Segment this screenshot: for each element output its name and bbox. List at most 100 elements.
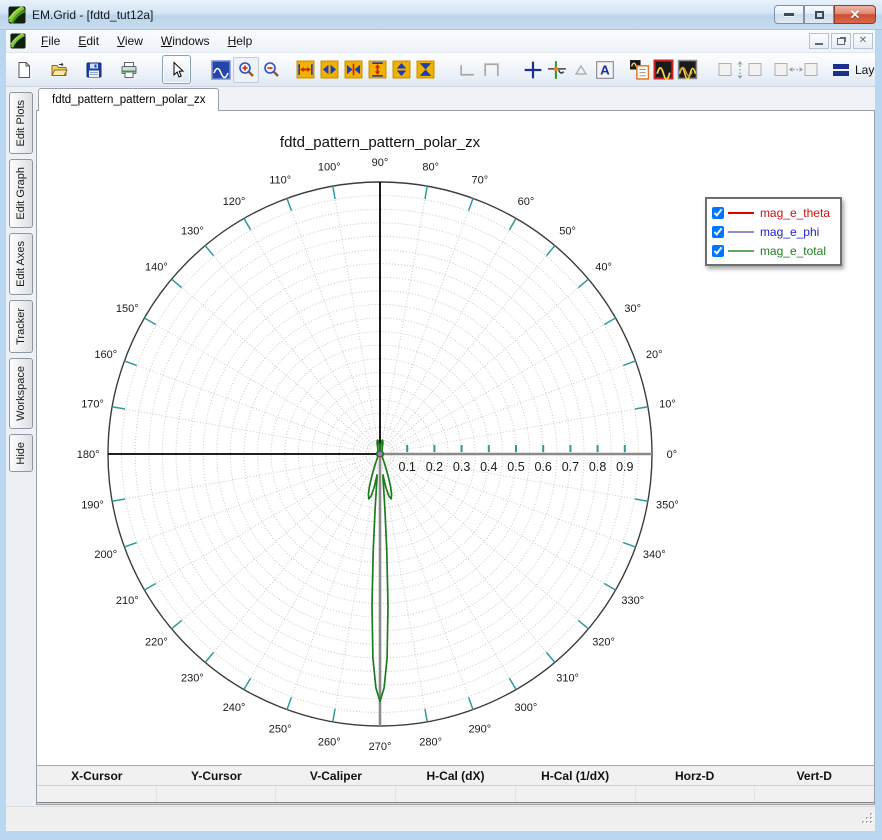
sidebar-tab-edit-plots[interactable]: Edit Plots — [9, 92, 33, 154]
minimize-button[interactable] — [774, 5, 804, 24]
svg-text:0.9: 0.9 — [616, 460, 633, 474]
svg-text:210°: 210° — [116, 595, 139, 607]
value-y-cursor — [156, 786, 276, 802]
mdi-restore-button[interactable] — [831, 33, 851, 49]
menu-help[interactable]: Help — [219, 32, 262, 50]
cursor-readout-header: X-Cursor Y-Cursor V-Caliper H-Cal (dX) H… — [37, 765, 874, 786]
maximize-icon — [815, 11, 824, 19]
vertical-fit-button-disabled — [717, 58, 763, 82]
svg-text:280°: 280° — [419, 736, 442, 748]
value-v-caliper — [275, 786, 395, 802]
zoom-region-button[interactable] — [209, 58, 233, 82]
limit-y-button[interactable] — [413, 58, 437, 82]
svg-text:0.2: 0.2 — [426, 460, 443, 474]
column-horz-d: Horz-D — [635, 769, 755, 783]
zoom-region-icon — [211, 60, 231, 80]
legend-checkbox-mag-e-total[interactable] — [712, 245, 724, 257]
print-button[interactable] — [117, 58, 141, 82]
column-x-cursor: X-Cursor — [37, 769, 157, 783]
shrink-y-button[interactable] — [389, 58, 413, 82]
menu-edit[interactable]: Edit — [69, 32, 108, 50]
open-file-button[interactable] — [47, 58, 71, 82]
svg-text:110°: 110° — [269, 175, 291, 187]
svg-text:0.1: 0.1 — [399, 460, 416, 474]
maximize-button[interactable] — [804, 5, 834, 24]
svg-text:20°: 20° — [646, 349, 663, 361]
legend-checkbox-mag-e-phi[interactable] — [712, 226, 724, 238]
expand-x-button[interactable] — [293, 58, 317, 82]
new-file-button[interactable] — [12, 58, 36, 82]
single-curve-icon — [653, 59, 674, 80]
document-tab-active[interactable]: fdtd_pattern_pattern_polar_zx — [38, 88, 219, 111]
limit-x-button[interactable] — [341, 58, 365, 82]
legend-checkbox-mag-e-theta[interactable] — [712, 207, 724, 219]
svg-text:340°: 340° — [643, 549, 666, 561]
svg-text:0.8: 0.8 — [589, 460, 606, 474]
sidebar-tab-edit-axes[interactable]: Edit Axes — [9, 233, 33, 295]
tracker-icon — [547, 60, 567, 80]
crosshair-icon — [523, 60, 543, 80]
svg-text:0.3: 0.3 — [453, 460, 470, 474]
expand-y-button[interactable] — [365, 58, 389, 82]
menu-file[interactable]: File — [32, 32, 69, 50]
crosshair-button[interactable] — [521, 58, 545, 82]
plot-panel: fdtd_pattern_pattern_polar_zx0.10.20.30.… — [36, 110, 875, 805]
svg-text:230°: 230° — [181, 673, 204, 685]
svg-text:0.6: 0.6 — [535, 460, 552, 474]
close-button[interactable]: ✕ — [834, 5, 876, 24]
save-file-button[interactable] — [82, 58, 106, 82]
mdi-minimize-button[interactable] — [809, 33, 829, 49]
zoom-out-button[interactable] — [259, 58, 283, 82]
svg-text:60°: 60° — [518, 196, 535, 208]
vertical-fit-icon — [717, 60, 763, 80]
window-title: EM.Grid - [fdtd_tut12a] — [32, 8, 774, 22]
triangle-icon — [572, 61, 590, 79]
value-horz-d — [635, 786, 755, 802]
menu-windows[interactable]: Windows — [152, 32, 219, 50]
svg-text:150°: 150° — [116, 303, 139, 315]
title-bar[interactable]: EM.Grid - [fdtd_tut12a] ✕ — [0, 0, 882, 30]
sidebar-tab-edit-graph[interactable]: Edit Graph — [9, 159, 33, 228]
tracker-button[interactable] — [545, 58, 569, 82]
layout-button[interactable]: Layout — [833, 63, 875, 77]
pointer-tool-button[interactable] — [162, 55, 191, 84]
menu-view[interactable]: View — [108, 32, 152, 50]
zoom-in-button[interactable] — [233, 57, 259, 83]
zoom-out-icon — [262, 60, 281, 79]
em-grid-window: { "titlebar": {"title": "EM.Grid - [fdtd… — [0, 0, 882, 840]
triangle-marker-button-disabled — [569, 58, 593, 82]
sidebar-tab-workspace[interactable]: Workspace — [9, 358, 33, 429]
legend-button[interactable] — [627, 58, 651, 82]
cursor-readout-bar: X-Cursor Y-Cursor V-Caliper H-Cal (dX) H… — [37, 765, 874, 804]
horizontal-fit-button-disabled — [773, 58, 819, 82]
svg-text:40°: 40° — [595, 261, 612, 273]
svg-text:130°: 130° — [181, 225, 204, 237]
legend-line-sample — [728, 212, 754, 214]
single-curve-button[interactable] — [651, 58, 675, 82]
svg-text:140°: 140° — [145, 261, 168, 273]
mdi-close-button[interactable]: ✕ — [853, 33, 873, 49]
text-annotation-button[interactable]: A — [593, 58, 617, 82]
svg-text:300°: 300° — [515, 702, 538, 714]
sidebar: Edit Plots Edit Graph Edit Axes Tracker … — [6, 87, 36, 806]
minimize-icon — [784, 13, 794, 16]
corner-axes-icon — [458, 60, 477, 79]
layout-icon — [833, 63, 850, 77]
client-area: File Edit View Windows Help ✕ — [6, 30, 875, 829]
multi-curve-button[interactable] — [675, 58, 699, 82]
status-bar — [6, 806, 875, 831]
column-v-caliper: V-Caliper — [276, 769, 396, 783]
svg-text:0.4: 0.4 — [480, 460, 497, 474]
sidebar-tab-hide[interactable]: Hide — [9, 434, 33, 473]
menu-bar: File Edit View Windows Help ✕ — [6, 30, 875, 53]
mdi-minimize-icon — [815, 43, 823, 45]
shrink-x-button[interactable] — [317, 58, 341, 82]
svg-text:90°: 90° — [372, 157, 389, 169]
svg-text:320°: 320° — [592, 637, 615, 649]
resize-grip[interactable] — [861, 812, 874, 830]
sidebar-tab-tracker[interactable]: Tracker — [9, 300, 33, 353]
svg-text:80°: 80° — [422, 162, 439, 174]
value-h-cal-1dx — [515, 786, 635, 802]
text-annotation-icon: A — [595, 60, 615, 80]
box-axes-button-disabled — [479, 58, 503, 82]
